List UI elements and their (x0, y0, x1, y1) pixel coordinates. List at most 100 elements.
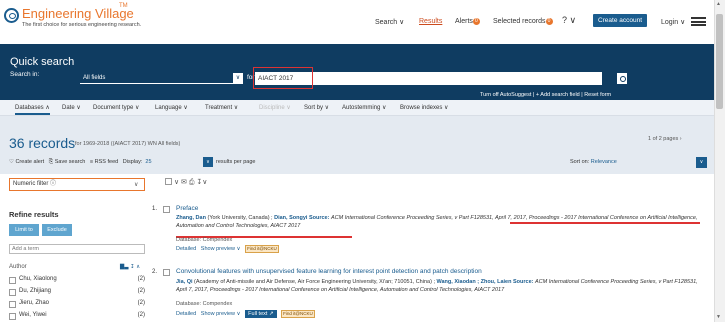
checkbox[interactable] (9, 289, 16, 296)
result-database: Database: Compendex (176, 301, 233, 307)
author-facet-item[interactable]: Du, Zhijiang (2) (9, 288, 145, 298)
login-menu[interactable]: Login ∨ (661, 18, 685, 26)
result-authors-source: Jia, Qi (Academy of Anti-missile and Air… (176, 278, 701, 294)
detailed-link[interactable]: Detailed (176, 311, 196, 317)
result-number: 1. (152, 206, 158, 212)
result-number: 2. (152, 269, 158, 275)
author-facet-item[interactable]: Chu, Xiaolong (2) (9, 276, 145, 286)
author-name: Du, Zhijiang (19, 288, 52, 294)
tab-databases[interactable]: Databases ∧ (15, 104, 50, 115)
chevron-down-icon[interactable]: ∨ (203, 157, 213, 167)
nav-search[interactable]: Search ∨ (375, 18, 404, 26)
checkbox[interactable] (9, 313, 16, 320)
records-query-summary: for 1969-2018 ((AIACT 2017) WN All field… (75, 141, 181, 147)
nav-alerts-label: Alerts (455, 18, 473, 25)
result-author[interactable]: Zhang, Dan (176, 215, 206, 221)
chevron-down-icon[interactable]: ∨ (696, 157, 707, 168)
result-author[interactable]: Wang, Xiaodan ; Zhou, Laien (437, 279, 512, 285)
detailed-link[interactable]: Detailed (176, 246, 196, 252)
author-count: (2) (137, 300, 145, 306)
logo-icon[interactable] (4, 8, 19, 23)
save-search-link[interactable]: ⎘ Save search (49, 159, 86, 165)
scroll-down-icon[interactable]: ▼ (716, 314, 721, 320)
display-value[interactable]: 25 (145, 159, 151, 165)
create-alert-link[interactable]: ♡ Create alert (9, 159, 44, 165)
result-actions: Detailed Show preview ∨ Find it@NCKU (176, 245, 279, 253)
sort-value[interactable]: Relevance (591, 159, 617, 165)
full-text-button[interactable]: Full text ↗ (245, 310, 277, 318)
result-affiliation: (York University, Canada) ; (205, 215, 275, 221)
record-count: 36 records (9, 135, 76, 151)
show-preview-link[interactable]: Show preview ∨ (201, 311, 241, 317)
author-facet-header[interactable]: Author (9, 264, 27, 270)
tab-discipline: Discipline ∨ (259, 105, 291, 111)
find-it-button[interactable]: Find it@NCKU (281, 310, 315, 318)
scrollbar-thumb[interactable] (716, 14, 723, 109)
brand-name[interactable]: Engineering Village (22, 6, 134, 21)
results-tools-icons[interactable]: ∨ ✉ ⎙ ↧∨ (174, 179, 207, 186)
result-actions: Detailed Show preview ∨ Full text ↗ Find… (176, 310, 315, 318)
tab-sort-by[interactable]: Sort by ∨ (304, 104, 329, 111)
author-count: (2) (137, 288, 145, 294)
refine-results-title: Refine results (9, 210, 59, 219)
author-facet-tools[interactable]: ▇▃ ↧ ∧ (120, 264, 140, 270)
scroll-up-icon[interactable]: ▲ (716, 1, 721, 7)
search-field-select[interactable]: All fields (80, 73, 243, 84)
rss-feed-link[interactable]: ≡ RSS feed (90, 159, 118, 165)
nav-selected-records[interactable]: Selected records 0 (493, 18, 553, 25)
limit-to-button[interactable]: Limit to (9, 224, 39, 236)
search-options-row[interactable]: Turn off AutoSuggest | + Add search fiel… (480, 92, 611, 98)
tab-treatment[interactable]: Treatment ∨ (205, 104, 238, 111)
author-count: (2) (137, 276, 145, 282)
display-label: Display: (122, 159, 143, 165)
tab-autostemming[interactable]: Autostemming ∨ (342, 104, 386, 111)
nav-alerts[interactable]: Alerts 0 (455, 18, 480, 25)
quick-search-title: Quick search (10, 56, 75, 68)
sort-on-label: Sort on: (570, 159, 590, 165)
annotation-underline (510, 222, 700, 224)
result-title[interactable]: Convolutional features with unsupervised… (176, 268, 482, 275)
records-actions-row: ♡ Create alert ⎘ Save search ≡ RSS feed … (9, 159, 152, 166)
search-icon[interactable] (616, 72, 628, 85)
author-facet-item[interactable]: Jieru, Zhao (2) (9, 300, 145, 310)
create-account-button[interactable]: Create account (593, 14, 647, 27)
results-toolbar[interactable]: ∨ ✉ ⎙ ↧∨ (165, 178, 207, 187)
result-checkbox[interactable] (163, 269, 170, 276)
author-name: Wei, Yiwei (19, 312, 47, 318)
author-name: Chu, Xiaolong (19, 276, 57, 282)
select-all-checkbox[interactable] (165, 178, 172, 185)
hamburger-menu-icon[interactable] (691, 17, 706, 26)
tab-browse-indexes[interactable]: Browse indexes ∨ (400, 104, 448, 111)
author-facet-item[interactable]: Wei, Yiwei (2) (9, 312, 145, 322)
nav-selected-label: Selected records (493, 18, 546, 25)
checkbox[interactable] (9, 277, 16, 284)
result-author[interactable]: Dian, Songyi (274, 215, 307, 221)
selected-badge: 0 (545, 18, 553, 25)
search-in-label: Search in: (10, 71, 40, 78)
checkbox[interactable] (9, 301, 16, 308)
trademark: TM (119, 3, 128, 9)
result-title[interactable]: Preface (176, 205, 198, 212)
show-preview-link[interactable]: Show preview ∨ (201, 246, 241, 252)
tab-document-type[interactable]: Document type ∨ (93, 104, 139, 111)
sort-on: Sort on: Relevance (570, 159, 617, 165)
help-icon[interactable]: ? ∨ (562, 15, 576, 26)
source-label: Source: (511, 279, 536, 285)
pagination[interactable]: 1 of 2 pages › (648, 136, 682, 142)
exclude-button[interactable]: Exclude (42, 224, 72, 236)
author-count: (2) (137, 312, 145, 318)
add-term-input[interactable] (9, 244, 145, 254)
tagline: The first choice for serious engineering… (22, 22, 142, 28)
find-it-button[interactable]: Find it@NCKU (245, 245, 279, 253)
result-affiliation: (Academy of Anti-missile and Air Defense… (192, 279, 437, 285)
tab-language[interactable]: Language ∨ (155, 104, 188, 111)
numeric-filter-select[interactable]: Numeric filter ⓘ (9, 178, 145, 191)
per-page-label: results per page (216, 159, 256, 165)
annotation-highlight-box (253, 67, 313, 89)
chevron-down-icon[interactable]: ∨ (134, 181, 138, 188)
nav-results[interactable]: Results (419, 18, 442, 25)
tab-date[interactable]: Date ∨ (62, 104, 81, 111)
chevron-down-icon[interactable]: ∨ (233, 73, 243, 84)
result-author[interactable]: Jia, Qi (176, 279, 193, 285)
result-checkbox[interactable] (163, 206, 170, 213)
